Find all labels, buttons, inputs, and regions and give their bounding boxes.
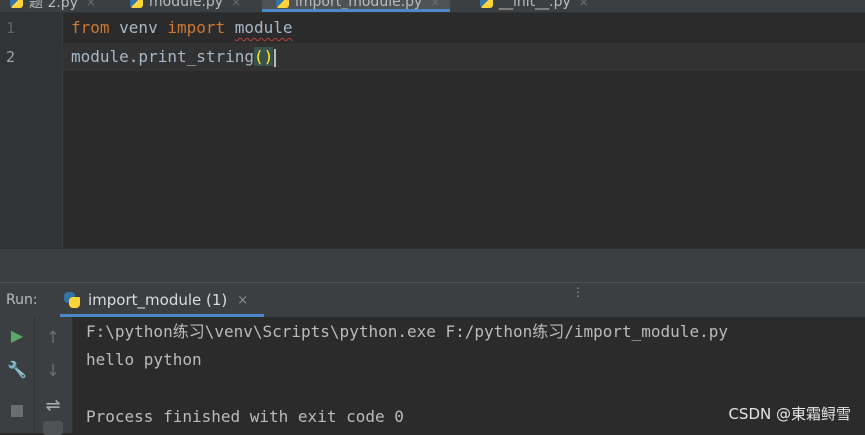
tab-label: module.py: [149, 0, 224, 10]
close-icon[interactable]: ×: [430, 0, 440, 9]
python-icon: [64, 292, 80, 308]
close-icon[interactable]: ×: [237, 293, 248, 308]
editor-bottom-strip: [0, 248, 865, 283]
keyword-from: from: [71, 18, 110, 37]
line-number: 2: [6, 48, 16, 66]
more-options-icon[interactable]: ⋮: [572, 286, 584, 298]
code-line-2[interactable]: module.print_string(): [71, 43, 277, 71]
tab-label: __init__.py: [499, 0, 571, 10]
run-toolbar-secondary: ↑ ↓ ⇌: [35, 317, 73, 435]
python-file-icon: [480, 0, 493, 8]
function-call: module.print_string: [71, 47, 255, 66]
console-output-line: hello python: [86, 350, 202, 369]
code-editor[interactable]: from venv import module module.print_str…: [63, 13, 865, 248]
line-number: 1: [6, 19, 16, 37]
console-exit-line: Process finished with exit code 0: [86, 407, 404, 426]
wrench-icon[interactable]: 🔧: [5, 357, 29, 381]
editor-tab-bar: 题 2.py × module.py × import_module.py × …: [0, 0, 865, 13]
keyword-import: import: [167, 18, 226, 37]
close-icon[interactable]: ×: [231, 0, 241, 9]
arrow-up-icon[interactable]: ↑: [41, 326, 65, 350]
imported-name: module: [234, 18, 293, 37]
tab-file-1[interactable]: 题 2.py ×: [10, 0, 96, 12]
module-path: venv: [109, 18, 168, 37]
console-command-line: F:\python练习\venv\Scripts\python.exe F:/p…: [86, 322, 728, 341]
python-file-icon: [10, 0, 23, 8]
rerun-icon[interactable]: ▶: [5, 323, 29, 347]
tab-file-2[interactable]: module.py ×: [130, 0, 241, 12]
tab-label: 题 2.py: [29, 0, 78, 11]
close-icon[interactable]: ×: [86, 0, 96, 9]
arrow-down-icon[interactable]: ↓: [41, 359, 65, 383]
run-toolwindow-header: Run: import_module (1) × ⋮: [0, 282, 865, 318]
code-line-1[interactable]: from venv import module: [71, 14, 293, 42]
run-config-tab[interactable]: import_module (1) ×: [56, 283, 264, 317]
run-label: Run:: [6, 292, 38, 308]
run-tab-label: import_module (1): [88, 291, 228, 309]
tab-label: import_module.py: [295, 0, 423, 10]
python-file-icon: [276, 0, 289, 8]
tab-file-3[interactable]: import_module.py ×: [262, 0, 451, 12]
python-file-icon: [130, 0, 143, 8]
soft-wrap-icon[interactable]: ⇌: [41, 393, 65, 417]
text-caret: [274, 48, 277, 67]
line-number-gutter: 1 2: [0, 13, 63, 248]
stop-icon[interactable]: [5, 399, 29, 423]
matched-parens: (): [254, 47, 274, 66]
run-toolbar-primary: ▶ 🔧: [0, 317, 35, 433]
close-icon[interactable]: ×: [579, 0, 589, 9]
tab-file-4[interactable]: __init__.py ×: [480, 0, 589, 12]
watermark: CSDN @東霜鲟雪: [728, 405, 851, 423]
